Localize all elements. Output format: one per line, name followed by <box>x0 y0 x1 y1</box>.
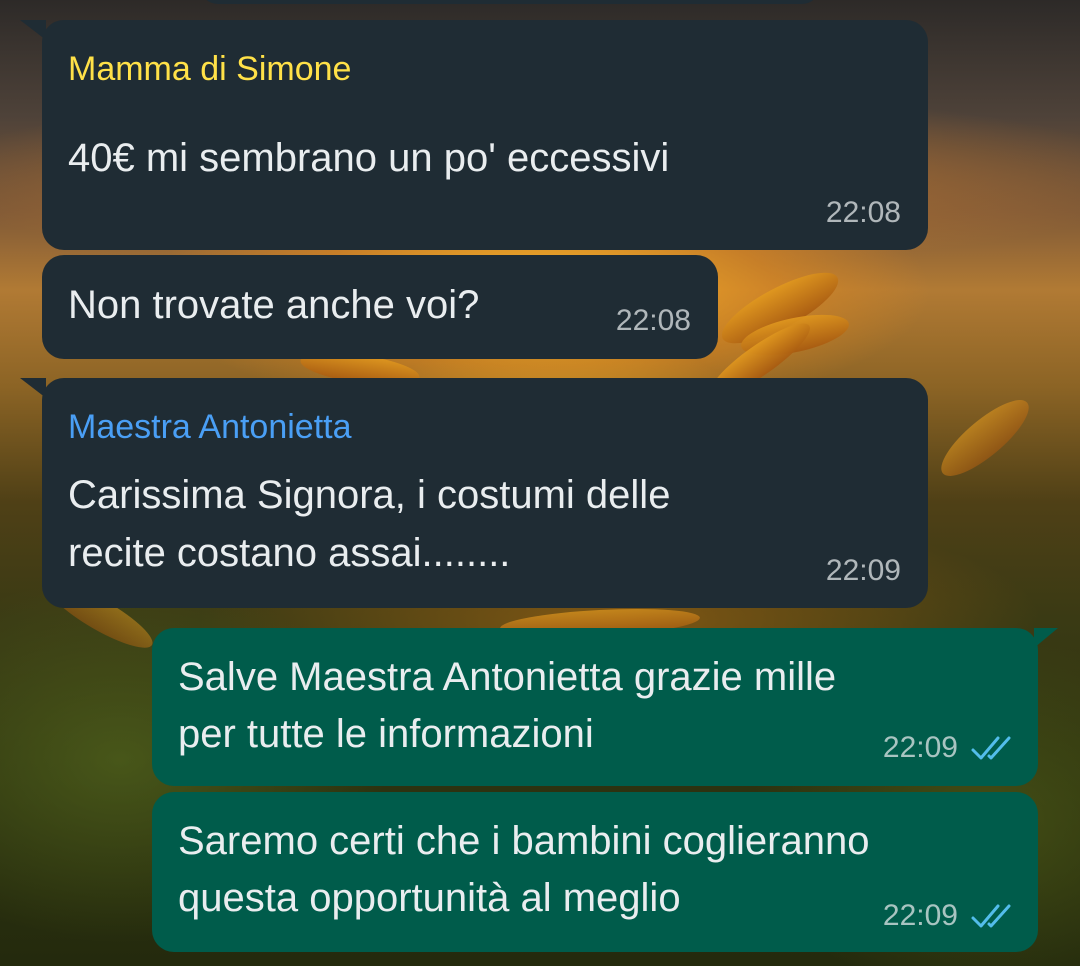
message-time: 22:09 <box>882 731 958 764</box>
message-bubble-outgoing[interactable]: Saremo certi che i bambini coglieranno q… <box>152 792 1038 952</box>
message-time: 22:08 <box>615 304 691 337</box>
message-bubble-incoming[interactable]: Maestra Antonietta Carissima Signora, i … <box>20 378 928 608</box>
message-meta: 22:09 <box>883 899 1014 933</box>
message-text: per tutte le informazioni <box>178 712 594 756</box>
message-bubble-outgoing[interactable]: Salve Maestra Antonietta grazie mille pe… <box>152 628 1058 786</box>
message-text: Saremo certi che i bambini coglieranno <box>178 819 870 863</box>
message-text: Carissima Signora, i costumi delle <box>68 473 671 517</box>
double-check-read-icon <box>971 736 1011 760</box>
bubble-tail <box>20 378 46 398</box>
message-text: 40€ mi sembrano un po' eccessivi <box>68 136 670 180</box>
message-text: questa opportunità al meglio <box>178 876 681 920</box>
message-bubble-incoming[interactable]: Mamma di Simone 40€ mi sembrano un po' e… <box>20 20 928 250</box>
bubble-tail <box>1034 628 1058 648</box>
message-time: 22:09 <box>882 899 958 932</box>
double-check-read-icon <box>971 904 1011 928</box>
message-meta: 22:09 <box>883 731 1014 765</box>
sender-name[interactable]: Maestra Antonietta <box>68 408 352 446</box>
message-time: 22:08 <box>825 196 901 229</box>
sender-name[interactable]: Mamma di Simone <box>68 50 351 88</box>
message-text: Salve Maestra Antonietta grazie mille <box>178 655 837 699</box>
chat-message-list[interactable]: Mamma di Simone 40€ mi sembrano un po' e… <box>0 0 1080 966</box>
previous-message-bubble-edge <box>200 0 820 4</box>
message-time: 22:09 <box>825 554 901 587</box>
message-bubble-incoming[interactable]: Non trovate anche voi? 22:08 <box>42 255 718 359</box>
message-text: recite costano assai........ <box>68 531 511 575</box>
message-text: Non trovate anche voi? <box>68 283 480 327</box>
bubble-tail <box>20 20 46 40</box>
